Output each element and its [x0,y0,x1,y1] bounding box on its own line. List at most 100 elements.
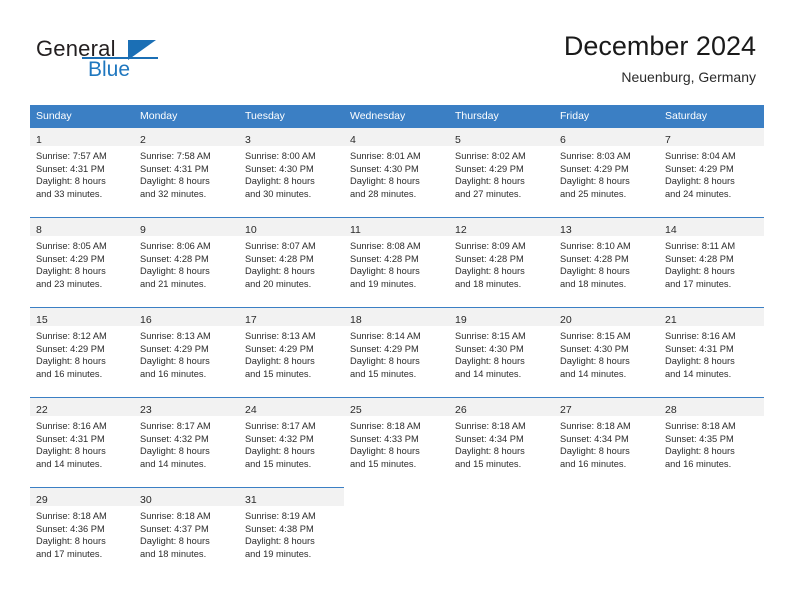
calendar-day-cell[interactable]: 2 Sunrise: 7:58 AM Sunset: 4:31 PM Daylight… [134,127,239,217]
day-detail-sunset: Sunset: 4:37 PM [140,523,209,534]
calendar-day-cell[interactable]: 13 Sunrise: 8:10 AM Sunset: 4:28 PM Dayligh… [554,217,659,307]
day-detail-daylight1: Daylight: 8 hours [245,266,315,277]
day-number-band: 14 [659,218,764,236]
calendar-day-cell[interactable]: 7 Sunrise: 8:04 AM Sunset: 4:29 PM Daylight… [659,127,764,217]
day-detail-daylight2: and 16 minutes. [560,458,627,469]
day-detail-daylight1: Daylight: 8 hours [36,536,106,547]
day-detail-daylight1: Daylight: 8 hours [455,266,525,277]
day-detail: Sunrise: 7:57 AM Sunset: 4:31 PM Daylight:… [30,146,134,200]
day-detail-daylight2: and 17 minutes. [36,548,103,559]
day-detail: Sunrise: 8:11 AM Sunset: 4:28 PM Daylight:… [659,236,764,290]
day-detail-sunset: Sunset: 4:30 PM [245,163,314,174]
day-detail-daylight1: Daylight: 8 hours [665,266,735,277]
day-number: 24 [245,404,257,416]
day-detail-daylight2: and 15 minutes. [245,368,312,379]
calendar-day-cell[interactable]: 5 Sunrise: 8:02 AM Sunset: 4:29 PM Daylight… [449,127,554,217]
calendar-day-cell[interactable]: 14 Sunrise: 8:11 AM Sunset: 4:28 PM Dayligh… [659,217,764,307]
calendar-day-cell[interactable]: 27 Sunrise: 8:18 AM Sunset: 4:34 PM Dayligh… [554,397,659,487]
day-detail-sunset: Sunset: 4:30 PM [455,343,524,354]
day-detail: Sunrise: 8:00 AM Sunset: 4:30 PM Daylight:… [239,146,344,200]
calendar-day-cell[interactable]: 23 Sunrise: 8:17 AM Sunset: 4:32 PM Dayligh… [134,397,239,487]
calendar-day-cell[interactable]: 21 Sunrise: 8:16 AM Sunset: 4:31 PM Dayligh… [659,307,764,397]
calendar-day-cell-empty [554,487,659,577]
calendar-day-cell[interactable]: 8 Sunrise: 8:05 AM Sunset: 4:29 PM Daylight… [30,217,134,307]
page-title: December 2024 [563,31,756,61]
calendar-day-cell[interactable]: 6 Sunrise: 8:03 AM Sunset: 4:29 PM Daylight… [554,127,659,217]
day-detail-sunrise: Sunrise: 8:13 AM [140,331,211,341]
calendar-grid: Sunday Monday Tuesday Wednesday Thursday… [30,105,764,577]
day-detail-daylight1: Daylight: 8 hours [560,266,630,277]
day-detail: Sunrise: 8:18 AM Sunset: 4:34 PM Daylight:… [449,416,554,470]
calendar-day-cell[interactable]: 17 Sunrise: 8:13 AM Sunset: 4:29 PM Dayligh… [239,307,344,397]
day-detail-daylight1: Daylight: 8 hours [455,176,525,187]
calendar-day-cell[interactable]: 3 Sunrise: 8:00 AM Sunset: 4:30 PM Daylight… [239,127,344,217]
day-detail-sunrise: Sunrise: 8:18 AM [560,421,631,431]
calendar-day-cell[interactable]: 4 Sunrise: 8:01 AM Sunset: 4:30 PM Daylight… [344,127,449,217]
calendar-day-cell[interactable]: 28 Sunrise: 8:18 AM Sunset: 4:35 PM Dayligh… [659,397,764,487]
day-number-band: 15 [30,308,134,326]
calendar-day-cell[interactable]: 25 Sunrise: 8:18 AM Sunset: 4:33 PM Dayligh… [344,397,449,487]
day-detail-sunset: Sunset: 4:28 PM [665,253,734,264]
day-number-band: 6 [554,128,659,146]
day-number: 23 [140,404,152,416]
calendar-day-cell-empty [659,487,764,577]
calendar-day-cell[interactable]: 9 Sunrise: 8:06 AM Sunset: 4:28 PM Daylight… [134,217,239,307]
day-number: 26 [455,404,467,416]
calendar-day-cell[interactable]: 20 Sunrise: 8:15 AM Sunset: 4:30 PM Dayligh… [554,307,659,397]
day-detail-daylight1: Daylight: 8 hours [560,446,630,457]
calendar-day-cell[interactable]: 26 Sunrise: 8:18 AM Sunset: 4:34 PM Dayligh… [449,397,554,487]
general-blue-logo[interactable]: General Blue [36,36,216,84]
day-number: 9 [140,224,146,236]
weekday-header-tuesday: Tuesday [239,105,344,127]
day-detail-daylight2: and 33 minutes. [36,188,103,199]
day-detail-daylight1: Daylight: 8 hours [36,446,106,457]
day-detail-sunrise: Sunrise: 8:06 AM [140,241,211,251]
calendar-body: 1 Sunrise: 7:57 AM Sunset: 4:31 PM Daylight… [30,127,764,577]
calendar-day-cell[interactable]: 19 Sunrise: 8:15 AM Sunset: 4:30 PM Dayligh… [449,307,554,397]
calendar-day-cell[interactable]: 31 Sunrise: 8:19 AM Sunset: 4:38 PM Dayligh… [239,487,344,577]
day-detail-sunrise: Sunrise: 8:07 AM [245,241,316,251]
day-detail: Sunrise: 7:58 AM Sunset: 4:31 PM Daylight:… [134,146,239,200]
calendar-day-cell-empty [449,487,554,577]
calendar-day-cell[interactable]: 18 Sunrise: 8:14 AM Sunset: 4:29 PM Dayligh… [344,307,449,397]
day-number: 27 [560,404,572,416]
day-detail: Sunrise: 8:05 AM Sunset: 4:29 PM Daylight:… [30,236,134,290]
day-number: 15 [36,314,48,326]
day-detail: Sunrise: 8:18 AM Sunset: 4:33 PM Daylight:… [344,416,449,470]
day-detail-daylight2: and 16 minutes. [665,458,732,469]
day-detail: Sunrise: 8:15 AM Sunset: 4:30 PM Daylight:… [554,326,659,380]
day-detail-daylight2: and 15 minutes. [350,368,417,379]
day-detail: Sunrise: 8:18 AM Sunset: 4:34 PM Daylight:… [554,416,659,470]
day-detail-sunrise: Sunrise: 8:17 AM [140,421,211,431]
day-detail-daylight2: and 27 minutes. [455,188,522,199]
calendar-day-cell[interactable]: 15 Sunrise: 8:12 AM Sunset: 4:29 PM Dayligh… [30,307,134,397]
calendar-day-cell[interactable]: 12 Sunrise: 8:09 AM Sunset: 4:28 PM Dayligh… [449,217,554,307]
day-detail-sunrise: Sunrise: 8:15 AM [560,331,631,341]
calendar-day-cell[interactable]: 1 Sunrise: 7:57 AM Sunset: 4:31 PM Daylight… [30,127,134,217]
day-number-band: 21 [659,308,764,326]
day-detail: Sunrise: 8:13 AM Sunset: 4:29 PM Daylight:… [134,326,239,380]
day-detail: Sunrise: 8:09 AM Sunset: 4:28 PM Daylight:… [449,236,554,290]
calendar-day-cell[interactable]: 24 Sunrise: 8:17 AM Sunset: 4:32 PM Dayligh… [239,397,344,487]
day-number-band: 3 [239,128,344,146]
day-detail-daylight2: and 30 minutes. [245,188,312,199]
day-detail-sunset: Sunset: 4:29 PM [245,343,314,354]
page-subtitle-location: Neuenburg, Germany [621,69,756,85]
day-detail-daylight1: Daylight: 8 hours [245,536,315,547]
day-number-band: 27 [554,398,659,416]
day-number-band: 10 [239,218,344,236]
calendar-day-cell[interactable]: 16 Sunrise: 8:13 AM Sunset: 4:29 PM Dayligh… [134,307,239,397]
title-block: December 2024 Neuenburg, Germany [564,30,756,85]
day-detail-daylight1: Daylight: 8 hours [455,446,525,457]
calendar-day-cell[interactable]: 22 Sunrise: 8:16 AM Sunset: 4:31 PM Dayligh… [30,397,134,487]
calendar-day-cell[interactable]: 11 Sunrise: 8:08 AM Sunset: 4:28 PM Dayligh… [344,217,449,307]
calendar-day-cell[interactable]: 30 Sunrise: 8:18 AM Sunset: 4:37 PM Dayligh… [134,487,239,577]
day-detail-sunset: Sunset: 4:32 PM [140,433,209,444]
calendar-day-cell[interactable]: 29 Sunrise: 8:18 AM Sunset: 4:36 PM Dayligh… [30,487,134,577]
calendar-week-row: 15 Sunrise: 8:12 AM Sunset: 4:29 PM Dayligh… [30,307,764,397]
day-detail-sunrise: Sunrise: 8:00 AM [245,151,316,161]
day-number: 12 [455,224,467,236]
day-detail-sunset: Sunset: 4:28 PM [350,253,419,264]
calendar-day-cell[interactable]: 10 Sunrise: 8:07 AM Sunset: 4:28 PM Dayligh… [239,217,344,307]
day-detail-sunset: Sunset: 4:29 PM [455,163,524,174]
